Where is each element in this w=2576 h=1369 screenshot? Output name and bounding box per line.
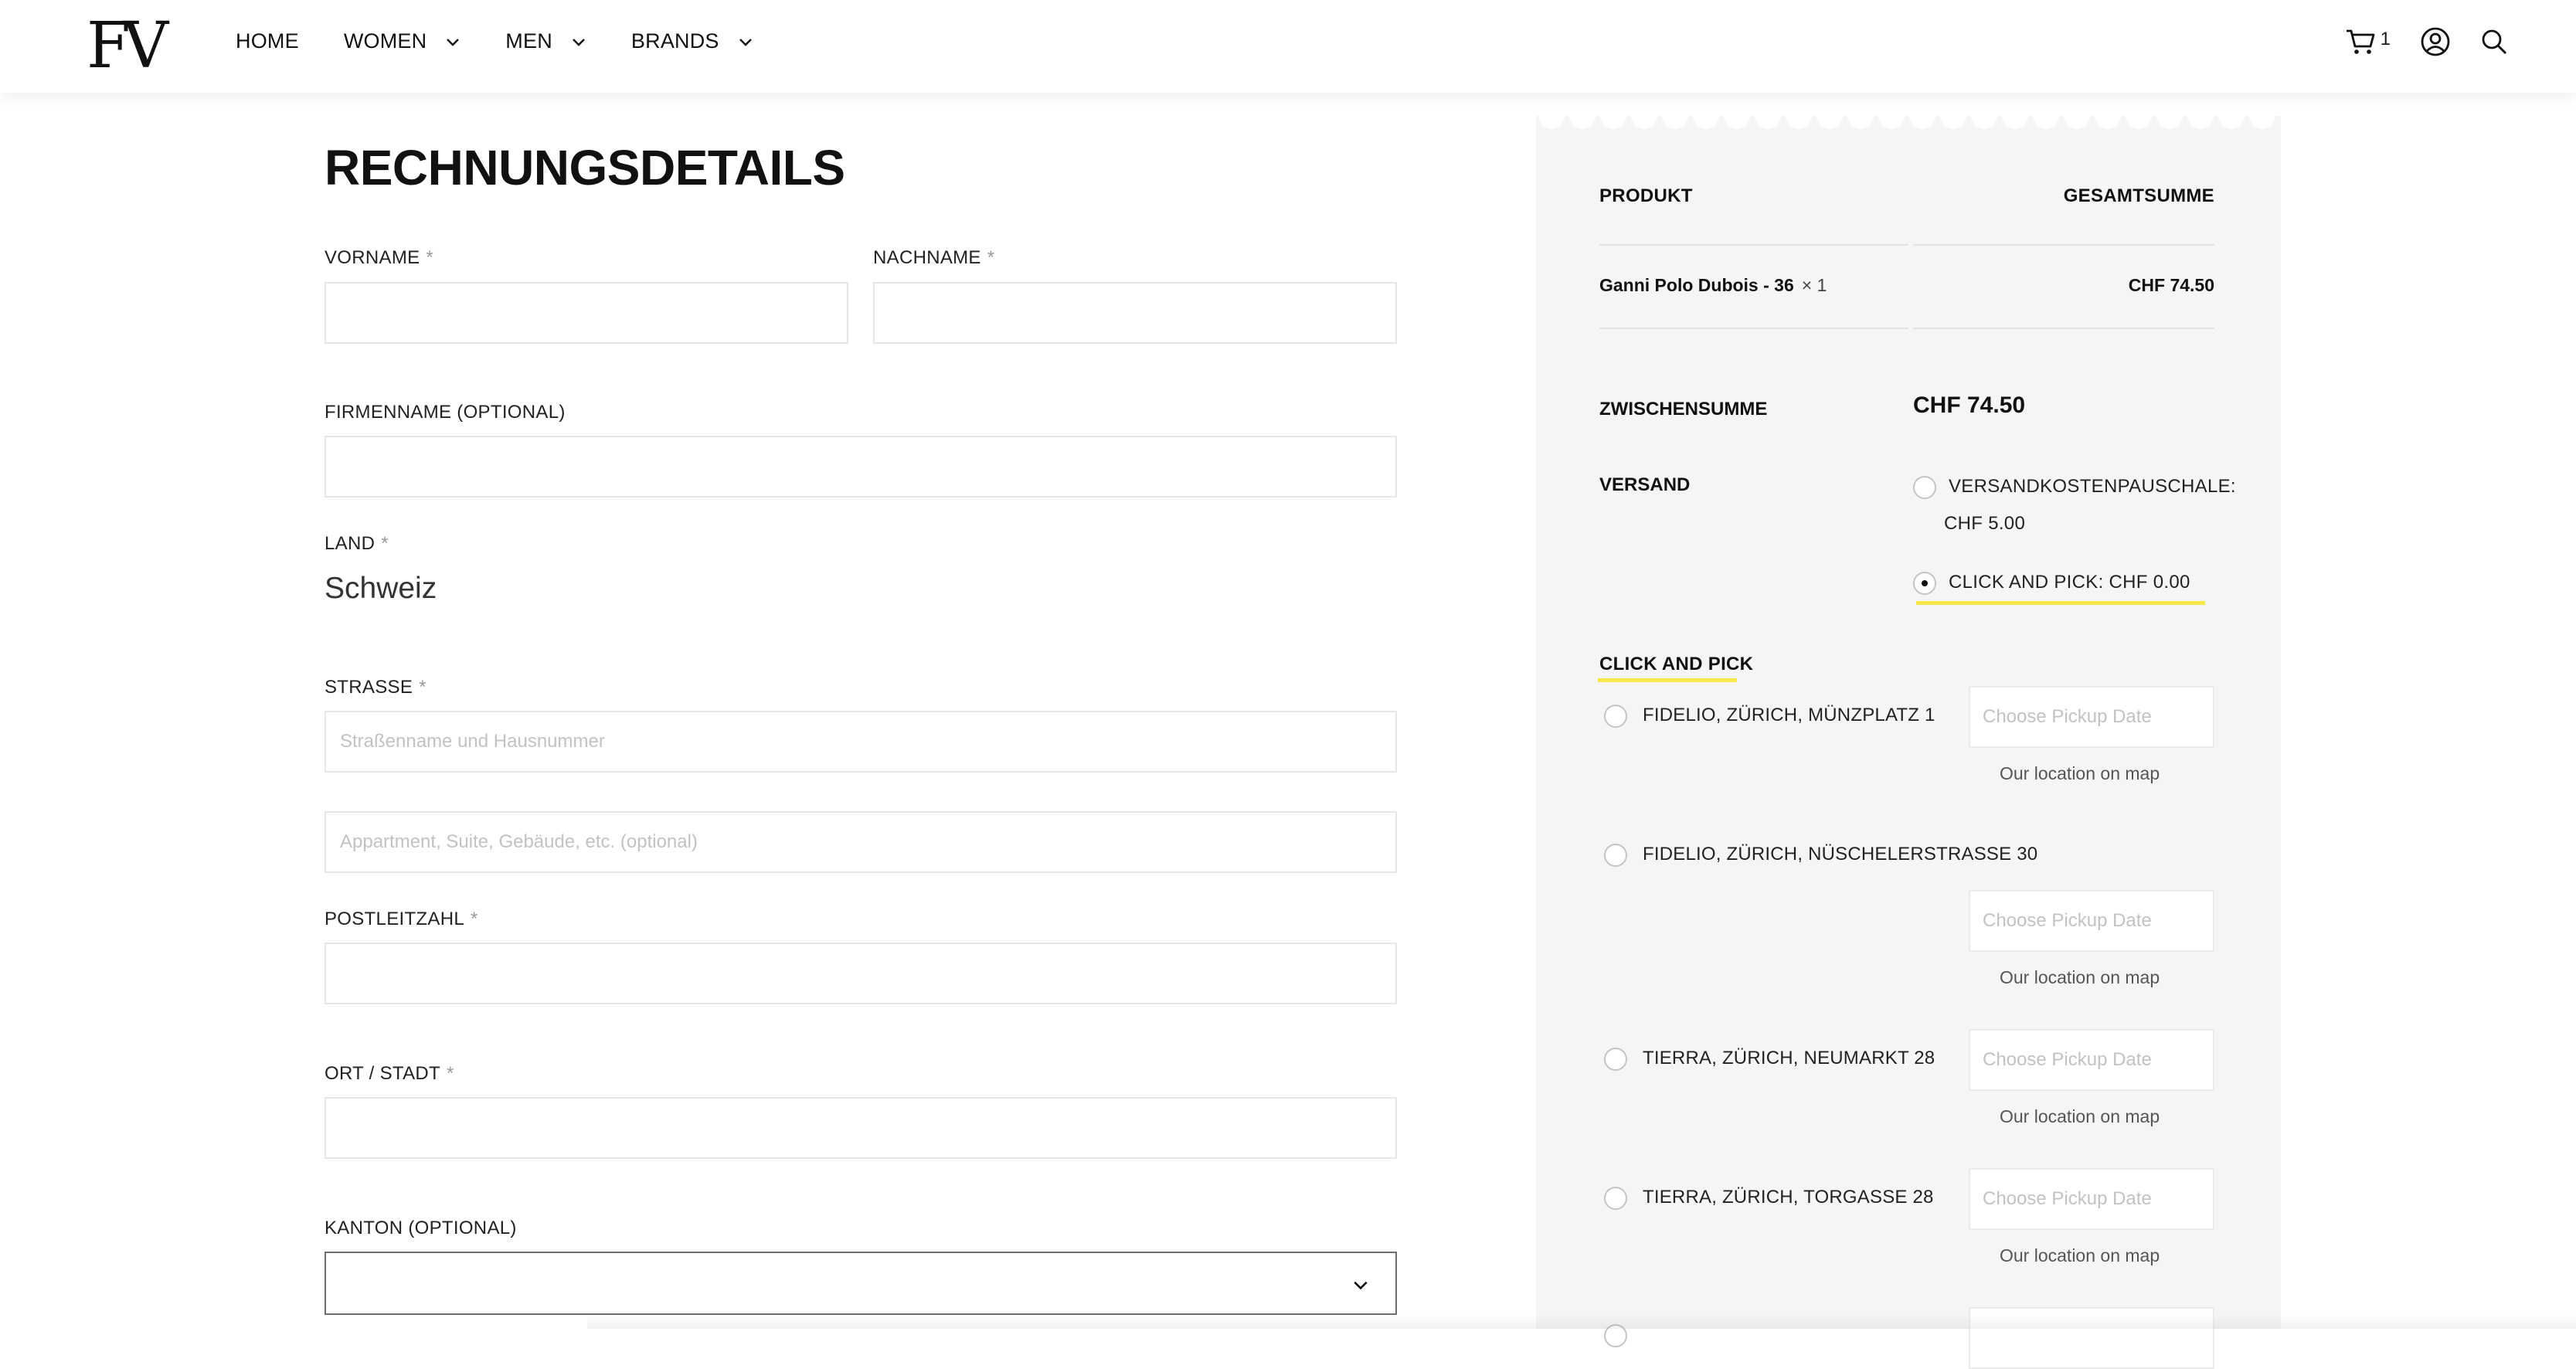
search-icon bbox=[2482, 29, 2507, 55]
shipping-radio-flat[interactable] bbox=[1913, 476, 1936, 499]
cart-item-name: Ganni Polo Dubois - 36 × 1 bbox=[1599, 275, 1827, 296]
label-text: POSTLEITZAHL bbox=[325, 909, 464, 929]
site-header: FV HOME WOMEN MEN BRANDS 1 bbox=[0, 0, 2576, 93]
nav-item-women[interactable]: WOMEN bbox=[344, 29, 460, 53]
shipping-option-flat[interactable]: VERSANDKOSTENPAUSCHALE: bbox=[1949, 476, 2236, 498]
pickup-location-name[interactable]: TIERRA, ZÜRICH, NEUMARKT 28 bbox=[1643, 1048, 1935, 1069]
section-underline bbox=[1598, 678, 1737, 682]
chevron-down-icon bbox=[573, 38, 585, 46]
nav-item-men[interactable]: MEN bbox=[505, 29, 586, 53]
divider bbox=[1913, 328, 2214, 329]
pickup-location-radio[interactable] bbox=[1604, 705, 1627, 728]
header-actions: 1 bbox=[2316, 26, 2508, 57]
bottom-shadow bbox=[587, 1313, 2576, 1329]
nav-item-label: MEN bbox=[505, 29, 552, 53]
pickup-location-radio[interactable] bbox=[1604, 844, 1627, 867]
street-label: STRASSE * bbox=[325, 677, 427, 698]
chevron-down-icon bbox=[1354, 1281, 1368, 1290]
pickup-date-input[interactable] bbox=[1969, 686, 2214, 748]
divider bbox=[1599, 328, 1908, 329]
selected-underline bbox=[1916, 601, 2205, 605]
nav-item-home[interactable]: HOME bbox=[236, 29, 299, 53]
brand-logo[interactable]: FV bbox=[87, 14, 168, 79]
company-label: FIRMENNAME (OPTIONAL) bbox=[325, 402, 566, 423]
nav-item-label: WOMEN bbox=[343, 29, 427, 53]
first-name-input[interactable] bbox=[325, 282, 848, 344]
label-text: ORT / STADT bbox=[325, 1063, 440, 1084]
divider bbox=[1913, 244, 2214, 246]
pickup-location-name[interactable]: FIDELIO, ZÜRICH, NÜSCHELERSTRASSE 30 bbox=[1643, 844, 2037, 865]
scalloped-edge bbox=[1536, 116, 2281, 131]
pickup-date-input[interactable] bbox=[1969, 1168, 2214, 1230]
required-mark: * bbox=[419, 677, 427, 698]
pickup-location-name[interactable]: FIDELIO, ZÜRICH, MÜNZPLATZ 1 bbox=[1643, 705, 1935, 726]
required-mark: * bbox=[381, 533, 389, 554]
divider bbox=[1599, 244, 1908, 246]
street2-input[interactable] bbox=[325, 811, 1397, 873]
order-summary: PRODUKT GESAMTSUMME Ganni Polo Dubois - … bbox=[1536, 116, 2281, 1369]
shipping-label: VERSAND bbox=[1599, 474, 1691, 495]
country-label: LAND * bbox=[325, 533, 389, 555]
zip-label: POSTLEITZAHL * bbox=[325, 909, 478, 930]
company-input[interactable] bbox=[325, 436, 1397, 498]
chevron-down-icon bbox=[739, 38, 752, 46]
chevron-down-icon bbox=[447, 38, 460, 46]
required-mark: * bbox=[470, 909, 478, 929]
subtotal-value: CHF 74.50 bbox=[1913, 392, 2026, 418]
column-product: PRODUKT bbox=[1599, 185, 1693, 206]
account-button[interactable] bbox=[2420, 26, 2451, 57]
nav-item-label: BRANDS bbox=[630, 29, 719, 53]
click-pick-title: CLICK AND PICK bbox=[1599, 654, 1754, 674]
required-mark: * bbox=[987, 247, 995, 268]
zip-input[interactable] bbox=[325, 943, 1397, 1004]
shipping-option-click-pick[interactable]: CLICK AND PICK: CHF 0.00 bbox=[1949, 572, 2190, 593]
nav-item-brands[interactable]: BRANDS bbox=[631, 29, 753, 53]
label-text: STRASSE bbox=[325, 677, 413, 698]
shipping-option-flat-price: CHF 5.00 bbox=[1944, 513, 2026, 534]
city-input[interactable] bbox=[325, 1097, 1397, 1159]
pickup-location-radio[interactable] bbox=[1604, 1187, 1627, 1210]
location-map-link[interactable]: Our location on map bbox=[2000, 763, 2160, 784]
city-label: ORT / STADT * bbox=[325, 1063, 454, 1085]
location-map-link[interactable]: Our location on map bbox=[2000, 967, 2160, 988]
required-mark: * bbox=[426, 247, 434, 268]
user-icon bbox=[2421, 27, 2450, 56]
column-total: GESAMTSUMME bbox=[2063, 185, 2214, 206]
main-nav: HOME WOMEN MEN BRANDS bbox=[236, 29, 798, 53]
cart-item-qty: × 1 bbox=[1801, 275, 1827, 295]
nav-item-label: HOME bbox=[236, 29, 299, 53]
first-name-label: VORNAME * bbox=[325, 247, 433, 269]
label-text: NACHNAME bbox=[873, 247, 981, 268]
last-name-label: NACHNAME * bbox=[873, 247, 994, 269]
search-button[interactable] bbox=[2480, 28, 2508, 56]
page-title: RECHNUNGSDETAILS bbox=[325, 140, 845, 195]
label-text: VORNAME bbox=[325, 247, 420, 268]
cart-count-badge: 1 bbox=[2380, 29, 2391, 49]
pickup-location-radio[interactable] bbox=[1604, 1048, 1627, 1071]
required-mark: * bbox=[446, 1063, 454, 1084]
subtotal-label: ZWISCHENSUMME bbox=[1599, 399, 1768, 420]
cart-icon bbox=[2346, 29, 2375, 54]
cart-item-price: CHF 74.50 bbox=[2128, 275, 2214, 295]
canton-label: KANTON (OPTIONAL) bbox=[325, 1218, 517, 1238]
country-value: Schweiz bbox=[325, 572, 437, 605]
item-name-text: Ganni Polo Dubois - 36 bbox=[1599, 275, 1794, 295]
street-input[interactable] bbox=[325, 711, 1397, 773]
pickup-date-input[interactable] bbox=[1969, 890, 2214, 952]
shipping-radio-click-pick[interactable] bbox=[1913, 572, 1936, 595]
pickup-date-input[interactable] bbox=[1969, 1029, 2214, 1091]
location-map-link[interactable]: Our location on map bbox=[2000, 1245, 2160, 1266]
last-name-input[interactable] bbox=[873, 282, 1397, 344]
label-text: LAND bbox=[325, 533, 376, 554]
pickup-location-name[interactable]: TIERRA, ZÜRICH, TORGASSE 28 bbox=[1643, 1187, 1934, 1208]
location-map-link[interactable]: Our location on map bbox=[2000, 1106, 2160, 1127]
cart-button[interactable]: 1 bbox=[2345, 28, 2391, 56]
canton-select[interactable] bbox=[325, 1252, 1397, 1315]
